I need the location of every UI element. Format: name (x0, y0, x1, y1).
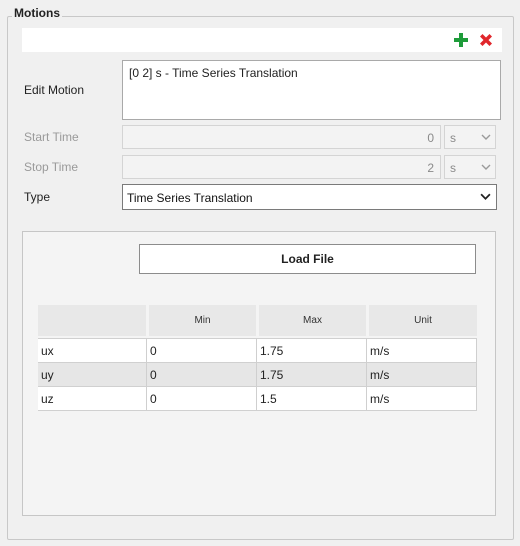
start-time-input[interactable]: 0 (122, 125, 441, 149)
stop-time-value: 2 (427, 161, 434, 175)
start-time-value: 0 (427, 131, 434, 145)
table-cell[interactable]: 0 (147, 387, 257, 410)
type-label: Type (24, 190, 51, 204)
table-cell[interactable]: 0 (147, 339, 257, 362)
table-cell[interactable]: uy (38, 363, 147, 386)
stop-time-input[interactable]: 2 (122, 155, 441, 179)
type-select[interactable]: Time Series Translation (122, 184, 497, 210)
table-header-max: Max (259, 305, 366, 336)
edit-motion-textbox[interactable]: [0 2] s - Time Series Translation (122, 60, 501, 120)
table-cell[interactable]: uz (38, 387, 147, 410)
start-time-unit-select[interactable]: s (444, 125, 496, 149)
table-header-name (38, 305, 146, 336)
table-cell[interactable]: m/s (367, 363, 477, 386)
plus-icon[interactable] (453, 32, 469, 48)
close-icon[interactable] (478, 32, 494, 48)
table-cell[interactable]: 1.75 (257, 363, 367, 386)
table-cell[interactable]: 1.5 (257, 387, 367, 410)
stop-time-unit: s (450, 161, 456, 175)
table-row[interactable]: ux 0 1.75 m/s (38, 339, 477, 363)
table-cell[interactable]: ux (38, 339, 147, 362)
chevron-down-icon (481, 161, 491, 175)
start-time-unit: s (450, 131, 456, 145)
stop-time-unit-select[interactable]: s (444, 155, 496, 179)
motions-toolbar (22, 28, 502, 52)
table-cell[interactable]: 1.75 (257, 339, 367, 362)
stop-time-label: Stop Time (24, 160, 79, 174)
table-row[interactable]: uz 0 1.5 m/s (38, 387, 477, 411)
type-value: Time Series Translation (127, 191, 253, 205)
chevron-down-icon (480, 191, 491, 205)
time-series-panel: Load File Min Max Unit ux 0 1.75 m/s uy … (22, 231, 496, 516)
chevron-down-icon (481, 131, 491, 145)
table-header-min: Min (149, 305, 256, 336)
load-file-button[interactable]: Load File (139, 244, 476, 274)
table-cell[interactable]: m/s (367, 339, 477, 362)
edit-motion-label: Edit Motion (24, 83, 85, 97)
table-cell[interactable]: 0 (147, 363, 257, 386)
table-header-unit: Unit (369, 305, 477, 336)
table-cell[interactable]: m/s (367, 387, 477, 410)
start-time-label: Start Time (24, 130, 79, 144)
motions-group-title: Motions (12, 6, 62, 20)
table-row[interactable]: uy 0 1.75 m/s (38, 363, 477, 387)
edit-motion-text: [0 2] s - Time Series Translation (129, 66, 298, 80)
